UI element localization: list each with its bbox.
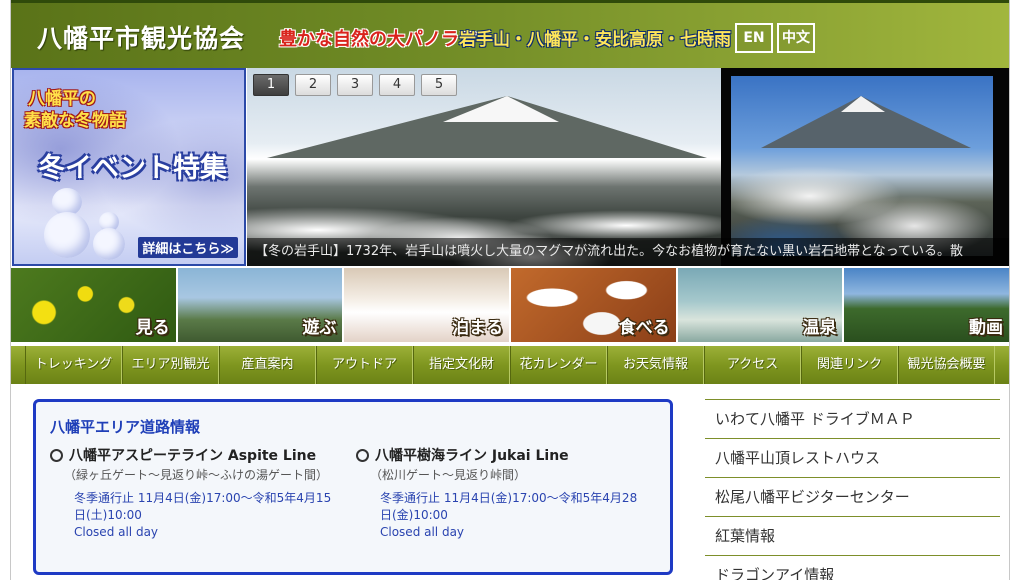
tile-onsen-label: 温泉 — [802, 318, 837, 338]
slide-pager: 1 2 3 4 5 — [253, 74, 457, 96]
small-snowman-image — [92, 212, 126, 262]
link-visitor-center[interactable]: 松尾八幡平ビジターセンター — [705, 477, 1000, 516]
nav-association-overview[interactable]: 観光協会概要 — [898, 346, 995, 384]
tile-play-label: 遊ぶ — [302, 318, 337, 338]
site-title[interactable]: 八幡平市観光協会 — [37, 19, 245, 55]
nav-trekking[interactable]: トレッキング — [25, 346, 122, 384]
slide-side-photo — [731, 76, 993, 256]
tile-stay-label: 泊まる — [452, 318, 504, 338]
link-drive-map[interactable]: いわて八幡平 ドライブＭＡＰ — [705, 399, 1000, 438]
link-autumn-leaves[interactable]: 紅葉情報 — [705, 516, 1000, 555]
road-status-en: Closed all day — [74, 525, 159, 539]
nav-outdoor[interactable]: アウトドア — [316, 346, 413, 384]
main-nav: トレッキング エリア別観光 産直案内 アウトドア 指定文化財 花カレンダー お天… — [11, 346, 1009, 384]
banner-line2: 素敵な冬物語 — [24, 111, 126, 131]
tile-play[interactable]: 遊ぶ — [177, 268, 343, 342]
slide-caption: 【冬の岩手山】1732年、岩手山は噴火し大量のマグマが流れ出た。今なお植物が育た… — [247, 238, 1009, 266]
slide-tab-1[interactable]: 1 — [253, 74, 289, 96]
tile-eat[interactable]: 食べる — [511, 268, 676, 342]
banner-heading: 冬イベント特集 — [38, 153, 227, 184]
tagline-nature: 豊かな自然の大パノラマ — [279, 29, 477, 50]
tile-onsen[interactable]: 温泉 — [677, 268, 843, 342]
road-status: 冬季通行止 11月4日(金)17:00～令和5年4月28日(金)10:00 — [380, 491, 638, 522]
slide-tab-2[interactable]: 2 — [295, 74, 331, 96]
road-info-box: 八幡平エリア道路情報 八幡平アスピーテライン Aspite Line （緑ヶ丘ゲ… — [33, 399, 673, 575]
road-jukai: 八幡平樹海ライン Jukai Line （松川ゲート～見返り峠間） 冬季通行止 … — [356, 445, 646, 541]
nav-area-sightseeing[interactable]: エリア別観光 — [122, 346, 219, 384]
slide-tab-5[interactable]: 5 — [421, 74, 457, 96]
road-route: （緑ヶ丘ゲート～見返り峠～ふけの湯ゲート間） — [64, 468, 329, 482]
link-summit-resthouse[interactable]: 八幡平山頂レストハウス — [705, 438, 1000, 477]
winter-event-banner[interactable]: 八幡平の 素敵な冬物語 冬イベント特集 詳細はこちら≫ — [12, 68, 246, 266]
open-circle-icon — [356, 448, 369, 462]
nav-flower-calendar[interactable]: 花カレンダー — [510, 346, 607, 384]
language-zh-button[interactable]: 中文 — [777, 23, 815, 53]
link-dragon-eye[interactable]: ドラゴンアイ情報 — [705, 555, 1000, 580]
snowman-image — [42, 188, 92, 260]
tile-stay[interactable]: 泊まる — [344, 268, 510, 342]
nav-related-links[interactable]: 関連リンク — [801, 346, 898, 384]
page-frame: 八幡平市観光協会 豊かな自然の大パノラマ 岩手山・八幡平・安比高原・七時雨 EN… — [10, 0, 1010, 580]
slide-main-photo — [247, 68, 721, 266]
category-tiles: 見る 遊ぶ 泊まる 食べる 温泉 動画 — [11, 268, 1010, 342]
open-circle-icon — [50, 448, 63, 462]
side-link-list: いわて八幡平 ドライブＭＡＰ 八幡平山頂レストハウス 松尾八幡平ビジターセンター… — [705, 399, 1000, 580]
slide-tab-3[interactable]: 3 — [337, 74, 373, 96]
road-status: 冬季通行止 11月4日(金)17:00～令和5年4月15日(土)10:00 — [74, 491, 332, 522]
road-status-en: Closed all day — [380, 525, 465, 539]
tile-see[interactable]: 見る — [11, 268, 176, 342]
road-route: （松川ゲート～見返り峠間） — [370, 468, 527, 482]
tile-eat-label: 食べる — [618, 318, 670, 338]
road-aspite: 八幡平アスピーテライン Aspite Line （緑ヶ丘ゲート～見返り峠～ふけの… — [50, 445, 340, 541]
nav-cultural-assets[interactable]: 指定文化財 — [413, 346, 510, 384]
tile-video[interactable]: 動画 — [844, 268, 1010, 342]
road-name: 八幡平樹海ライン Jukai Line — [375, 448, 569, 464]
tile-see-label: 見る — [135, 318, 170, 338]
banner-more-link[interactable]: 詳細はこちら≫ — [138, 237, 238, 258]
tagline-areas: 岩手山・八幡平・安比高原・七時雨 — [459, 30, 731, 50]
photo-slideshow: 1 2 3 4 5 【冬の岩手山】1732年、岩手山は噴火し大量のマグマが流れ出… — [247, 68, 1009, 266]
nav-farm-stands[interactable]: 産直案内 — [219, 346, 316, 384]
road-name: 八幡平アスピーテライン Aspite Line — [69, 448, 317, 464]
language-en-button[interactable]: EN — [735, 23, 773, 53]
site-header: 八幡平市観光協会 豊かな自然の大パノラマ 岩手山・八幡平・安比高原・七時雨 EN… — [11, 0, 1009, 68]
nav-access[interactable]: アクセス — [704, 346, 801, 384]
slide-tab-4[interactable]: 4 — [379, 74, 415, 96]
tile-video-label: 動画 — [969, 318, 1004, 338]
nav-weather[interactable]: お天気情報 — [607, 346, 704, 384]
road-info-title[interactable]: 八幡平エリア道路情報 — [50, 416, 656, 437]
